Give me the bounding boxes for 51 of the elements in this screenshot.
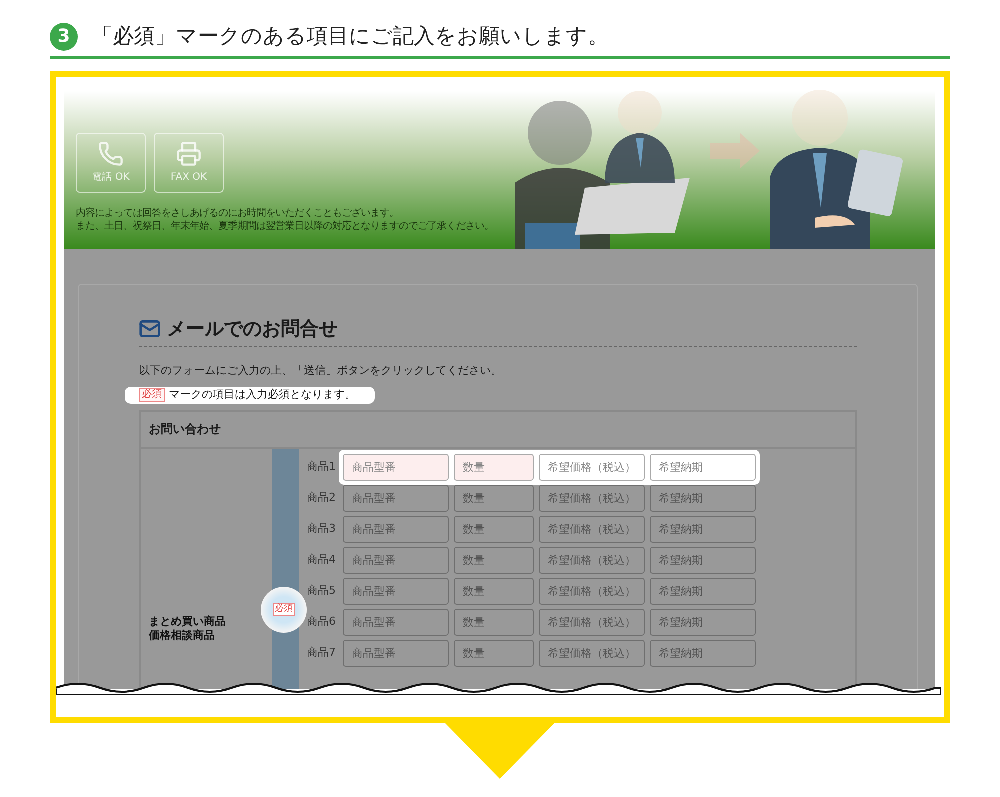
- product-label: 商品5: [307, 582, 337, 599]
- text-field[interactable]: 商品型番: [343, 516, 449, 542]
- step-number: 3: [50, 22, 78, 50]
- product-label: 商品6: [307, 614, 337, 630]
- step-title: 「必須」マークのある項目にご記入をお願いします。: [92, 22, 609, 50]
- contact-method-button[interactable]: FAX OK: [154, 133, 224, 193]
- product-label: 商品3: [307, 520, 337, 537]
- instruction-text: 以下のフォームにご入力の上、「送信」ボタンをクリックしてください。: [139, 362, 503, 378]
- note-text: 内容によっては回答をさしあげるのにお時間をいただくこともございます。: [76, 207, 400, 220]
- text-field[interactable]: 希望納期: [650, 578, 756, 604]
- text-field[interactable]: 商品型番: [343, 608, 449, 636]
- text-field[interactable]: 希望納期: [650, 484, 756, 512]
- product-label: 商品4: [307, 552, 337, 568]
- text-field[interactable]: 数量: [454, 454, 534, 480]
- product-label: 商品2: [307, 490, 337, 506]
- text-field[interactable]: 希望価格（税込）: [539, 546, 645, 574]
- note-text: また、土日、祝祭日、年末年始、夏季期間は翌営業日以降の対応となりますのでご了承ください。: [76, 220, 495, 233]
- contact-method-button[interactable]: 電話 OK: [76, 133, 146, 193]
- required-badge: 必須: [139, 388, 165, 402]
- phone-icon: [98, 141, 124, 167]
- required-note-text: マークの項目は入力必須となります。: [169, 387, 356, 403]
- text-field[interactable]: 商品型番: [343, 454, 449, 480]
- row-label: 価格相談商品: [149, 628, 216, 642]
- text-field[interactable]: 数量: [454, 640, 534, 666]
- mail-icon: [139, 318, 161, 340]
- text-field[interactable]: 希望納期: [650, 516, 756, 542]
- required-badge: 必須: [273, 603, 295, 616]
- text-field[interactable]: 数量: [454, 608, 534, 636]
- text-field[interactable]: 商品型番: [343, 640, 449, 666]
- text-field[interactable]: 希望納期: [650, 454, 756, 480]
- text-field[interactable]: 数量: [454, 546, 534, 574]
- text-field[interactable]: 商品型番: [343, 578, 449, 604]
- product-label: 商品1: [307, 458, 337, 475]
- text-field[interactable]: 数量: [454, 578, 534, 604]
- text-field[interactable]: 希望価格（税込）: [539, 516, 645, 542]
- text-field[interactable]: 希望納期: [650, 608, 756, 636]
- section-heading: メールでのお問合せ: [167, 317, 338, 342]
- text-field[interactable]: 希望価格（税込）: [539, 578, 645, 604]
- text-field[interactable]: 希望納期: [650, 546, 756, 574]
- row-label: まとめ買い商品: [149, 614, 227, 628]
- text-field[interactable]: 希望納期: [650, 640, 756, 666]
- product-label: 商品7: [307, 644, 337, 661]
- text-field[interactable]: 希望価格（税込）: [539, 608, 645, 636]
- text-field[interactable]: 希望価格（税込）: [539, 484, 645, 512]
- text-field[interactable]: 数量: [454, 516, 534, 542]
- text-field[interactable]: 希望価格（税込）: [539, 640, 645, 666]
- text-field[interactable]: 数量: [454, 484, 534, 512]
- text-field[interactable]: 希望価格（税込）: [539, 454, 645, 480]
- fax-icon: [176, 141, 202, 167]
- text-field[interactable]: 商品型番: [343, 546, 449, 574]
- text-field[interactable]: 商品型番: [343, 484, 449, 512]
